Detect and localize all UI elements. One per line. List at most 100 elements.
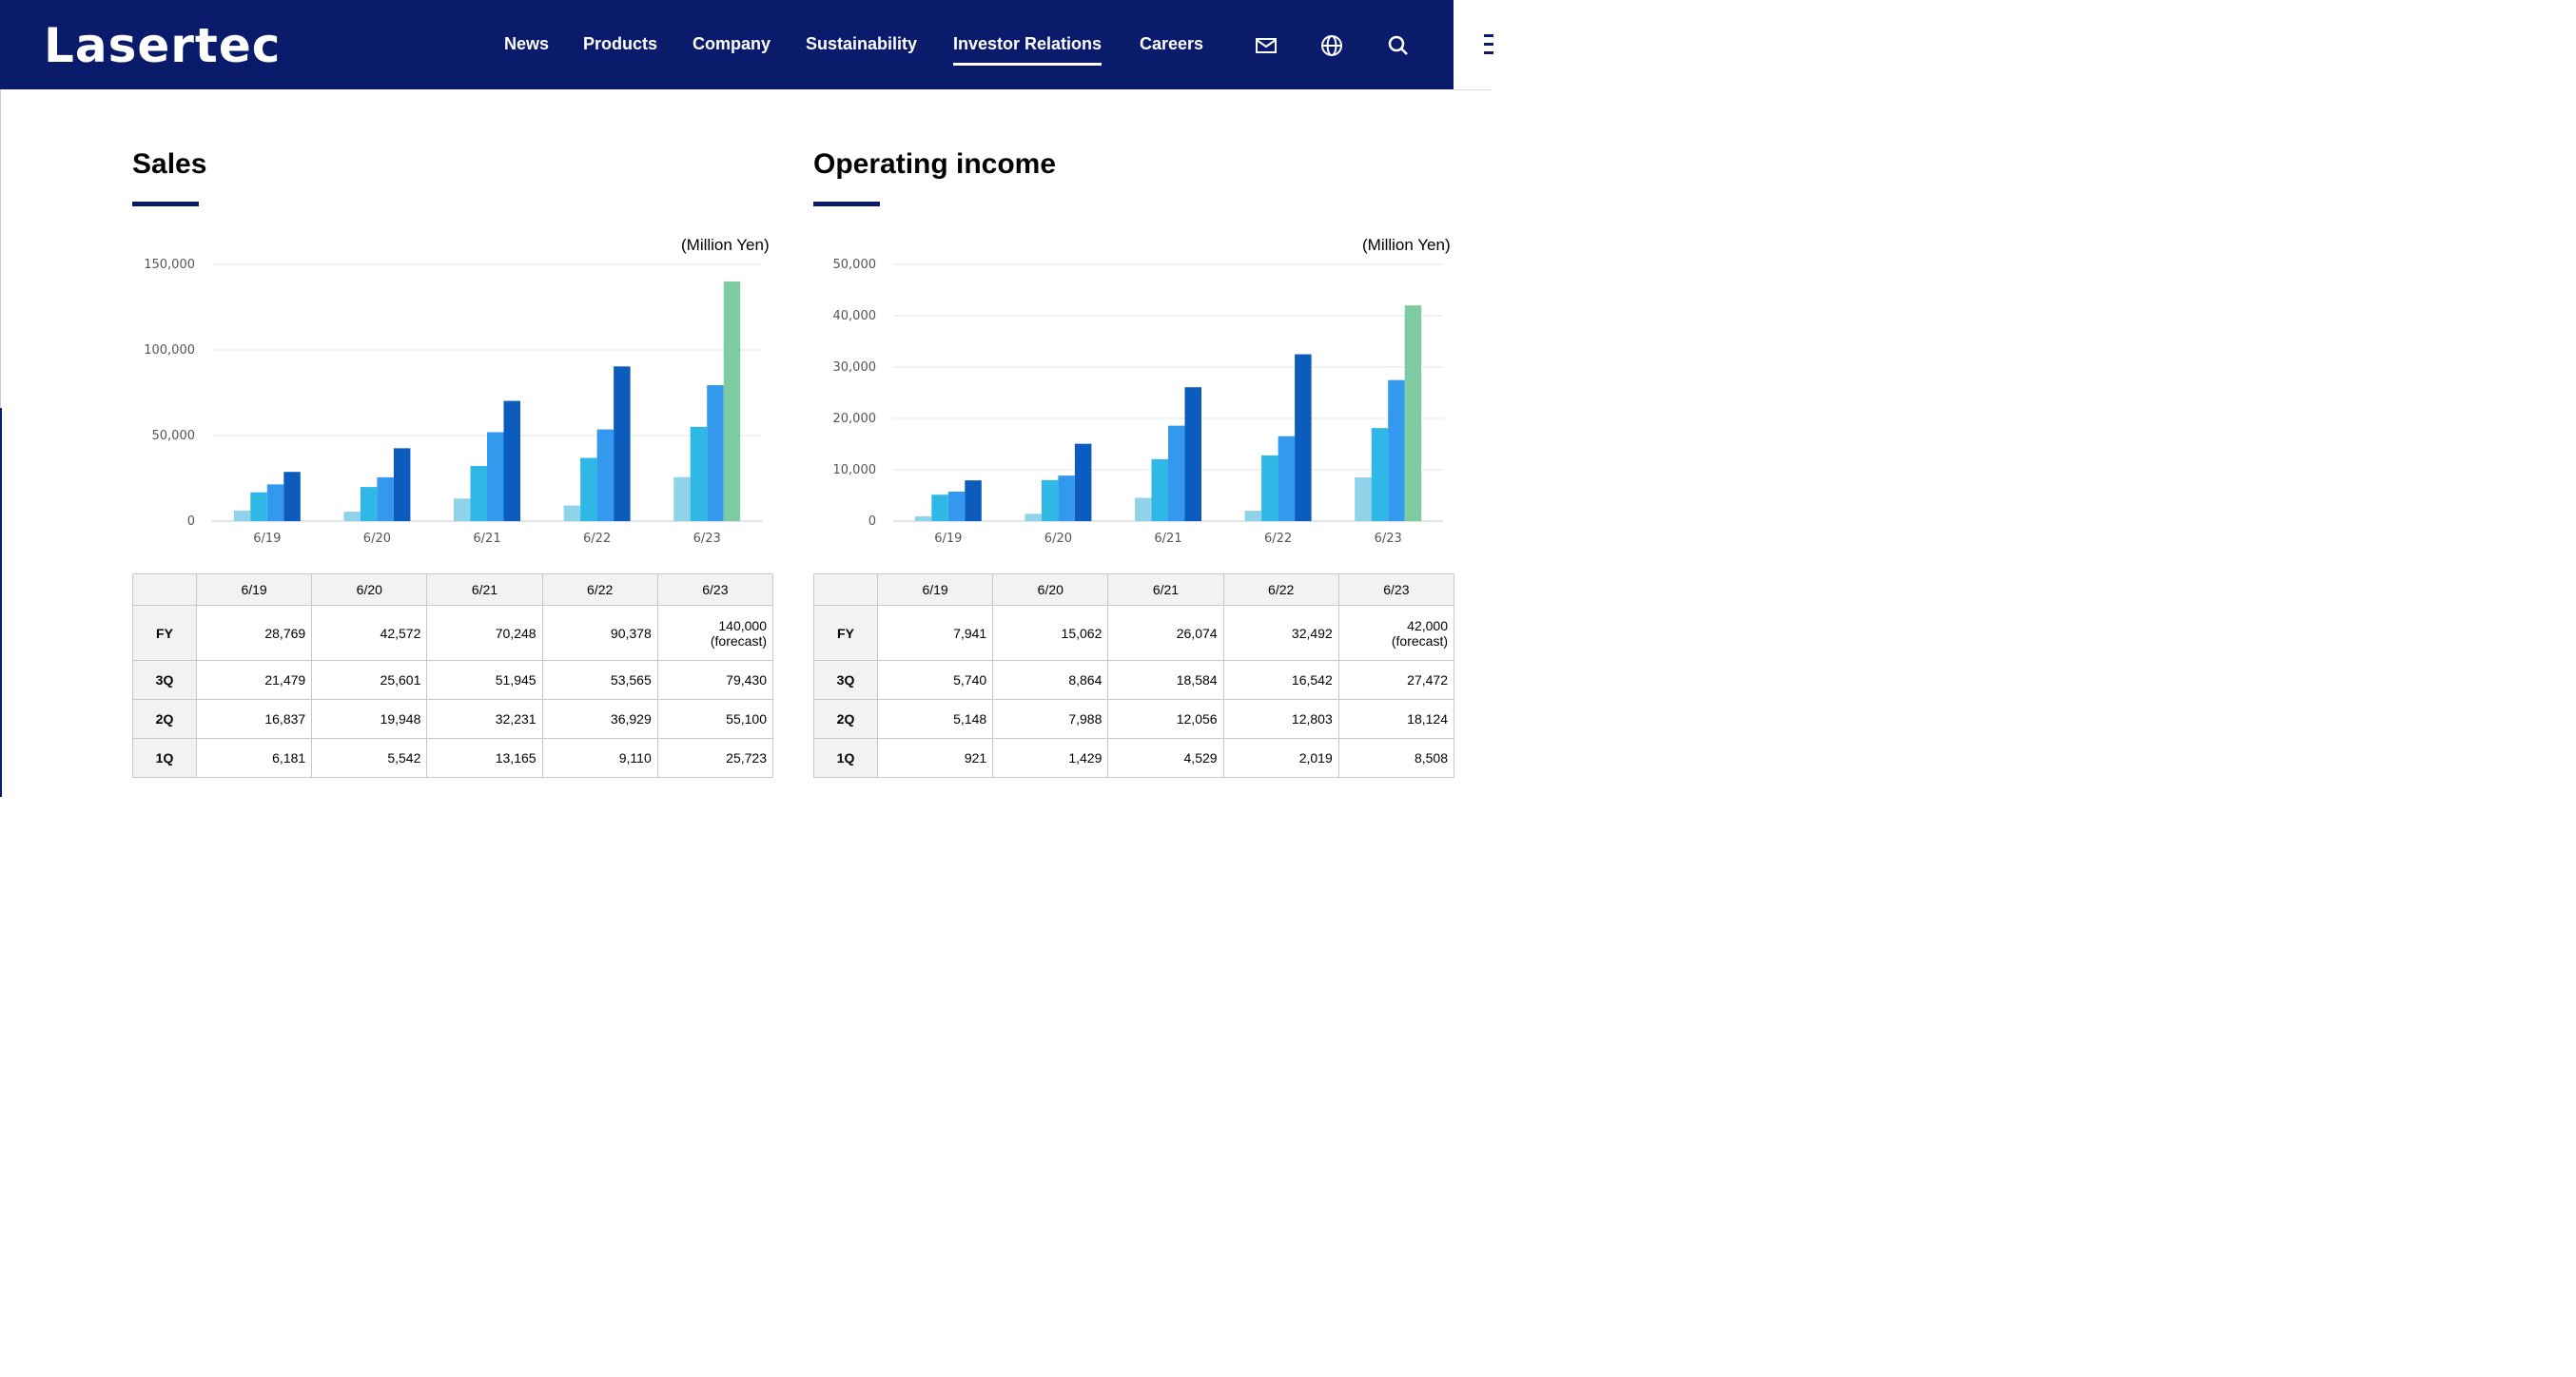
nav-company[interactable]: Company bbox=[693, 34, 771, 54]
table-cell: 42,572 bbox=[311, 605, 428, 661]
bar-fy-6-19 bbox=[965, 480, 982, 521]
row-label: 2Q bbox=[132, 699, 197, 739]
search-icon[interactable] bbox=[1387, 34, 1410, 57]
table-cell: 8,508 bbox=[1337, 738, 1455, 778]
table-cell: 28,769 bbox=[195, 605, 313, 661]
table-row: FY 7,941 15,062 26,074 32,492 42,000 (for… bbox=[813, 605, 1455, 661]
bar-fy-6-22 bbox=[614, 366, 631, 521]
column-header: 6/20 bbox=[311, 573, 428, 606]
bar-3q-6-20 bbox=[377, 476, 394, 521]
bar-2q-6-21 bbox=[1151, 458, 1168, 521]
y-tick-label: 40,000 bbox=[833, 309, 877, 323]
mail-icon[interactable] bbox=[1255, 34, 1278, 57]
page-border bbox=[0, 89, 1, 408]
table-cell: 16,837 bbox=[195, 699, 313, 739]
table-cell: 25,723 bbox=[656, 738, 774, 778]
row-label: FY bbox=[132, 605, 197, 661]
table-cell-forecast: 140,000 (forecast) bbox=[656, 605, 774, 661]
column-header: 6/22 bbox=[541, 573, 658, 606]
table-cell: 53,565 bbox=[541, 660, 658, 700]
sales-title-underline bbox=[132, 202, 199, 206]
bar-1q-6-19 bbox=[233, 510, 251, 521]
table-cell: 921 bbox=[876, 738, 994, 778]
menu-bar bbox=[1454, 0, 1493, 90]
forecast-value: 42,000 bbox=[1407, 617, 1448, 633]
row-label: FY bbox=[813, 605, 878, 661]
x-tick-label: 6/21 bbox=[1154, 532, 1181, 546]
column-header: 6/19 bbox=[195, 573, 313, 606]
bar-2q-6-22 bbox=[1261, 455, 1278, 521]
y-tick-label: 50,000 bbox=[833, 258, 877, 272]
row-label: 3Q bbox=[132, 660, 197, 700]
y-tick-label: 0 bbox=[868, 514, 876, 529]
lasertec-logo[interactable]: Lasertec bbox=[44, 17, 281, 74]
nav-investor-relations[interactable]: Investor Relations bbox=[953, 34, 1103, 66]
table-cell: 6,181 bbox=[195, 738, 313, 778]
table-cell: 70,248 bbox=[426, 605, 543, 661]
bar-2q-6-20 bbox=[360, 487, 378, 521]
table-cell: 19,948 bbox=[311, 699, 428, 739]
table-header-row: 6/19 6/20 6/21 6/22 6/23 bbox=[813, 573, 1455, 606]
column-header: 6/20 bbox=[992, 573, 1109, 606]
table-header-row: 6/19 6/20 6/21 6/22 6/23 bbox=[132, 573, 774, 606]
table-cell: 18,584 bbox=[1107, 660, 1224, 700]
sales-table: 6/19 6/20 6/21 6/22 6/23 FY 28,769 42,57… bbox=[132, 573, 774, 778]
bar-1q-6-23 bbox=[673, 476, 691, 521]
table-cell: 90,378 bbox=[541, 605, 658, 661]
table-cell: 5,542 bbox=[311, 738, 428, 778]
column-header: 6/21 bbox=[1107, 573, 1224, 606]
y-tick-label: 0 bbox=[187, 514, 195, 529]
table-row: 2Q 16,837 19,948 32,231 36,929 55,100 bbox=[132, 699, 774, 739]
x-tick-label: 6/21 bbox=[473, 532, 500, 546]
bar-3q-6-19 bbox=[266, 484, 284, 521]
column-header: 6/23 bbox=[656, 573, 774, 606]
table-cell: 7,988 bbox=[992, 699, 1109, 739]
nav-sustainability[interactable]: Sustainability bbox=[806, 34, 917, 54]
table-cell: 5,148 bbox=[876, 699, 994, 739]
operating-income-table: 6/19 6/20 6/21 6/22 6/23 FY 7,941 15,062… bbox=[813, 573, 1455, 778]
table-cell: 2,019 bbox=[1222, 738, 1339, 778]
table-cell: 21,479 bbox=[195, 660, 313, 700]
bar-fy-6-22 bbox=[1295, 354, 1312, 521]
table-cell: 5,740 bbox=[876, 660, 994, 700]
x-tick-label: 6/22 bbox=[1264, 532, 1292, 546]
x-tick-label: 6/23 bbox=[1375, 532, 1402, 546]
table-cell: 9,110 bbox=[541, 738, 658, 778]
table-cell: 12,056 bbox=[1107, 699, 1224, 739]
nav-news[interactable]: News bbox=[504, 34, 549, 54]
y-tick-label: 10,000 bbox=[833, 463, 877, 477]
table-cell: 36,929 bbox=[541, 699, 658, 739]
table-row: 2Q 5,148 7,988 12,056 12,803 18,124 bbox=[813, 699, 1455, 739]
column-header: 6/23 bbox=[1337, 573, 1455, 606]
bar-fy-6-20 bbox=[1074, 443, 1092, 521]
y-tick-label: 100,000 bbox=[144, 343, 195, 358]
table-cell: 79,430 bbox=[656, 660, 774, 700]
table-row: 1Q 921 1,429 4,529 2,019 8,508 bbox=[813, 738, 1455, 778]
bar-1q-6-21 bbox=[454, 498, 471, 521]
menu-icon[interactable] bbox=[1484, 34, 1493, 57]
operating-income-chart: 0 10,000 20,000 30,000 40,000 50,000 6/19 6/20 6… bbox=[833, 258, 1443, 546]
x-tick-label: 6/20 bbox=[363, 532, 391, 546]
nav-careers[interactable]: Careers bbox=[1140, 34, 1203, 54]
site-header: Lasertec News Products Company Sustainab… bbox=[0, 0, 1454, 89]
table-cell: 32,492 bbox=[1222, 605, 1339, 661]
operating-income-title: Operating income bbox=[813, 148, 1057, 180]
bar-fy-6-23 bbox=[1404, 305, 1422, 521]
sales-title: Sales bbox=[132, 148, 207, 180]
bar-2q-6-23 bbox=[690, 426, 708, 521]
bar-fy-6-23 bbox=[723, 281, 741, 521]
operating-income-unit: (Million Yen) bbox=[1362, 236, 1451, 254]
bar-fy-6-21 bbox=[1184, 387, 1201, 521]
bar-2q-6-19 bbox=[250, 492, 267, 521]
table-cell: 8,864 bbox=[992, 660, 1109, 700]
bar-1q-6-23 bbox=[1355, 477, 1372, 521]
bar-1q-6-20 bbox=[343, 512, 361, 521]
nav-products[interactable]: Products bbox=[583, 34, 657, 54]
bar-2q-6-21 bbox=[470, 465, 487, 521]
x-tick-label: 6/19 bbox=[934, 532, 962, 546]
table-corner bbox=[813, 573, 878, 606]
globe-icon[interactable] bbox=[1320, 34, 1343, 57]
y-tick-label: 50,000 bbox=[152, 429, 196, 443]
bar-3q-6-22 bbox=[596, 429, 615, 521]
bar-1q-6-20 bbox=[1025, 514, 1042, 521]
